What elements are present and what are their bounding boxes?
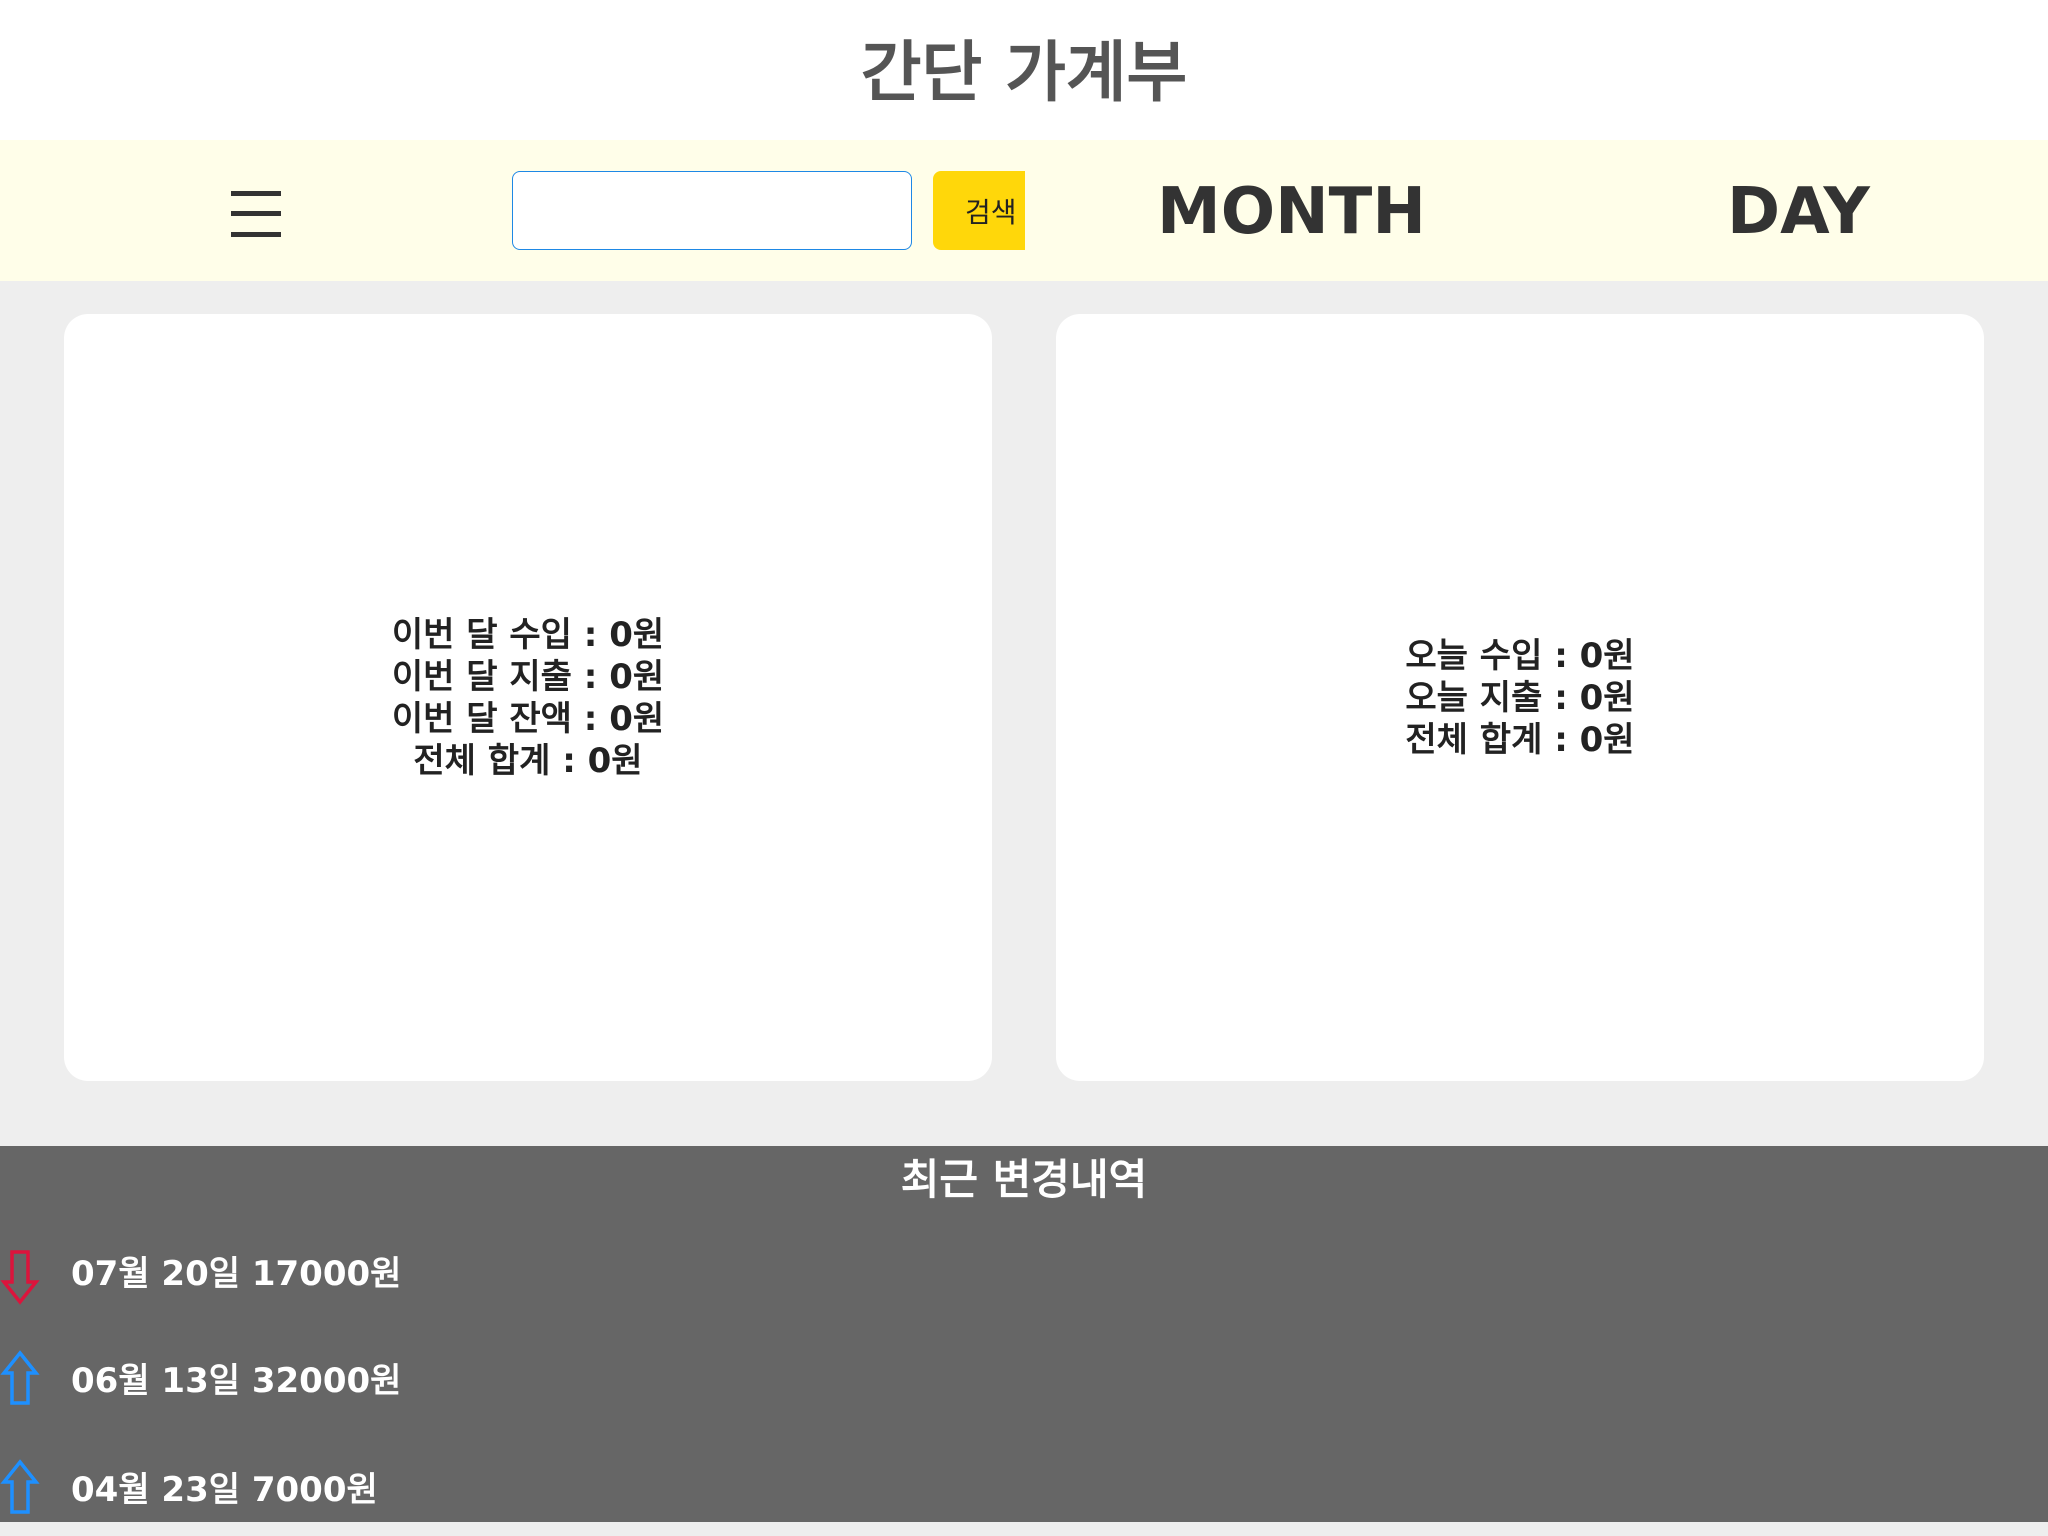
history-item[interactable]: 07월 20일 17000원 — [0, 1242, 900, 1306]
day-income: 오늘 수입 : 0원 — [1405, 636, 1635, 676]
month-income: 이번 달 수입 : 0원 — [391, 615, 665, 655]
nav-month-link[interactable]: MONTH — [1157, 172, 1426, 252]
month-total: 전체 합계 : 0원 — [413, 741, 643, 781]
nav-day-link[interactable]: DAY — [1727, 172, 1870, 252]
day-total: 전체 합계 : 0원 — [1405, 720, 1635, 760]
app-title: 간단 가계부 — [860, 34, 1188, 111]
hamburger-menu-icon[interactable] — [231, 191, 281, 237]
day-expense: 오늘 지출 : 0원 — [1405, 678, 1635, 718]
history-item[interactable]: 06월 13일 32000원 — [0, 1349, 900, 1413]
recent-history-panel: 최근 변경내역 07월 20일 17000원 06월 13일 32000원 04… — [0, 1146, 2048, 1522]
search-button[interactable]: 검색 — [933, 171, 1025, 250]
up-arrow-icon — [0, 1350, 40, 1405]
daily-summary-card: 오늘 수입 : 0원 오늘 지출 : 0원 전체 합계 : 0원 — [1056, 314, 1984, 1081]
daily-stats: 오늘 수입 : 0원 오늘 지출 : 0원 전체 합계 : 0원 — [1056, 635, 1984, 761]
history-item-text: 07월 20일 17000원 — [71, 1254, 402, 1294]
search-input[interactable] — [512, 171, 912, 250]
up-arrow-icon — [0, 1459, 40, 1514]
history-title: 최근 변경내역 — [900, 1155, 1148, 1204]
month-balance: 이번 달 잔액 : 0원 — [391, 699, 665, 739]
down-arrow-icon — [0, 1250, 40, 1305]
monthly-stats: 이번 달 수입 : 0원 이번 달 지출 : 0원 이번 달 잔액 : 0원 전… — [64, 614, 992, 782]
history-item-text: 04월 23일 7000원 — [71, 1470, 378, 1510]
history-item-text: 06월 13일 32000원 — [71, 1361, 402, 1401]
monthly-summary-card: 이번 달 수입 : 0원 이번 달 지출 : 0원 이번 달 잔액 : 0원 전… — [64, 314, 992, 1081]
month-expense: 이번 달 지출 : 0원 — [391, 657, 665, 697]
history-item[interactable]: 04월 23일 7000원 — [0, 1458, 900, 1522]
title-bar: 간단 가계부 — [0, 0, 2048, 140]
